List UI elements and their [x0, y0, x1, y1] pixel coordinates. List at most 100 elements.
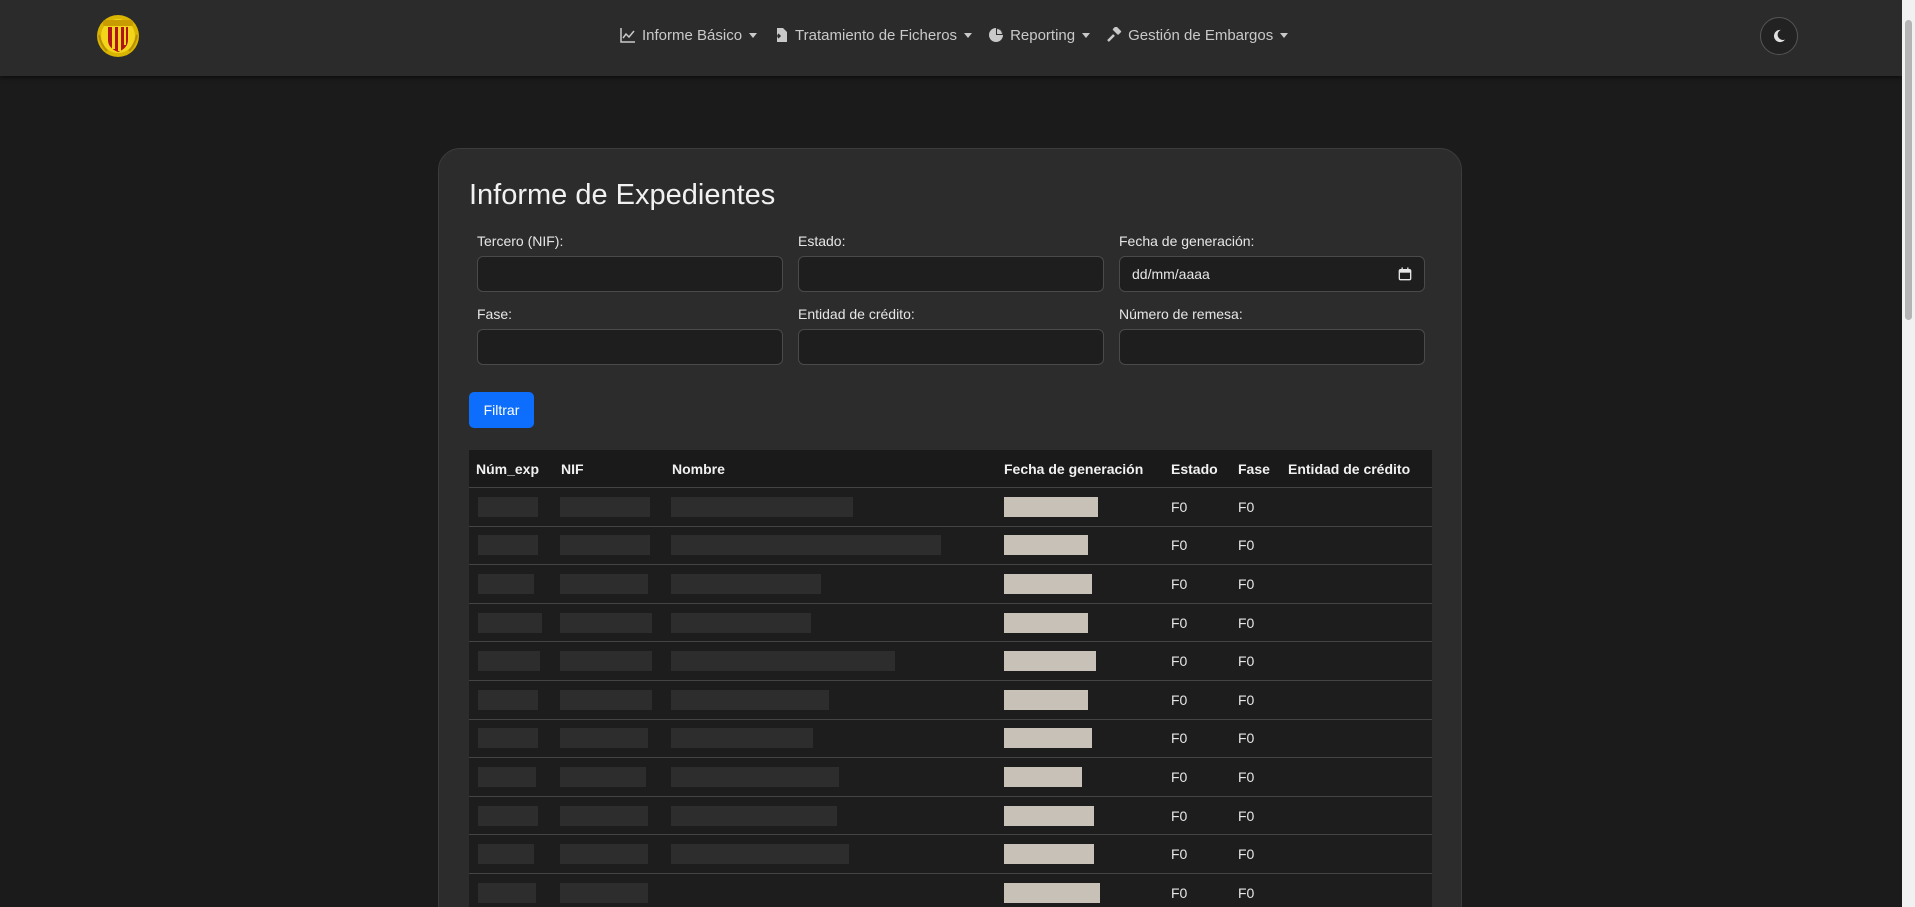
cell-fase: F0: [1238, 691, 1255, 708]
nav-gestion-embargos-label: Gestión de Embargos: [1128, 26, 1274, 44]
redacted-nif: [560, 805, 648, 826]
filter-fecha: Fecha de generación: dd/mm/aaaa: [1119, 233, 1425, 292]
nav-informe-basico-label: Informe Básico: [642, 26, 743, 44]
redacted-nif: [560, 689, 652, 710]
filter-button[interactable]: Filtrar: [469, 392, 534, 428]
moon-icon: [1773, 29, 1786, 43]
cell-fase: F0: [1238, 807, 1255, 824]
cell-fase: F0: [1238, 653, 1255, 670]
filter-tercero: Tercero (NIF):: [477, 233, 783, 292]
header-fase[interactable]: Fase: [1238, 461, 1270, 477]
remesa-input[interactable]: [1119, 329, 1425, 365]
tercero-input[interactable]: [477, 256, 783, 292]
theme-toggle-button[interactable]: [1760, 17, 1798, 55]
redacted-nif: [560, 844, 648, 865]
redacted-fecha: [1004, 882, 1100, 903]
redacted-fecha: [1004, 535, 1088, 556]
fecha-date-input[interactable]: dd/mm/aaaa: [1119, 256, 1425, 292]
table-row[interactable]: F0 F0: [469, 758, 1432, 797]
redacted-num-exp: [478, 766, 536, 787]
header-fecha[interactable]: Fecha de generación: [1004, 461, 1143, 477]
redacted-num-exp: [478, 573, 534, 594]
nav-reporting-label: Reporting: [1010, 26, 1076, 44]
redacted-fecha: [1004, 728, 1092, 749]
redacted-fecha: [1004, 689, 1088, 710]
cell-estado: F0: [1171, 575, 1188, 592]
table-row[interactable]: F0 F0: [469, 642, 1432, 681]
nav-tratamiento-ficheros[interactable]: Tratamiento de Ficheros: [773, 26, 973, 44]
redacted-nif: [560, 496, 650, 517]
cell-fase: F0: [1238, 575, 1255, 592]
redacted-nombre: [671, 805, 837, 826]
redacted-nombre: [671, 689, 829, 710]
redacted-num-exp: [478, 728, 538, 749]
pie-chart-icon: [989, 28, 1004, 42]
redacted-fecha: [1004, 766, 1082, 787]
redacted-num-exp: [478, 651, 540, 672]
redacted-nombre: [671, 535, 941, 556]
redacted-nombre: [671, 766, 839, 787]
cell-fase: F0: [1238, 498, 1255, 515]
redacted-num-exp: [478, 882, 536, 903]
table-row[interactable]: F0 F0: [469, 603, 1432, 643]
fase-input[interactable]: [477, 329, 783, 365]
cell-estado: F0: [1171, 846, 1188, 863]
scrollbar-thumb[interactable]: [1905, 20, 1912, 320]
table-row[interactable]: F0 F0: [469, 526, 1432, 566]
redacted-num-exp: [478, 844, 534, 865]
table-body: F0 F0 F0 F0 F0 F0 F0 F0 F0 F0 F0 F0 F0 F0 F0 F0 F0 F0 F0 F0…: [469, 488, 1432, 907]
redacted-nombre: [671, 496, 853, 517]
estado-input[interactable]: [798, 256, 1104, 292]
page-scrollbar[interactable]: [1902, 0, 1915, 907]
header-nombre[interactable]: Nombre: [672, 461, 725, 477]
chevron-down-icon: [964, 32, 973, 38]
table-row[interactable]: F0 F0: [469, 873, 1432, 907]
nav-tratamiento-ficheros-label: Tratamiento de Ficheros: [795, 26, 958, 44]
redacted-nombre: [671, 612, 811, 633]
cell-fase: F0: [1238, 537, 1255, 554]
redacted-fecha: [1004, 651, 1096, 672]
table-row[interactable]: F0 F0: [469, 796, 1432, 836]
redacted-fecha: [1004, 844, 1094, 865]
gavel-icon: [1107, 27, 1122, 42]
logo-crest[interactable]: [95, 13, 141, 59]
entidad-input[interactable]: [798, 329, 1104, 365]
header-entidad[interactable]: Entidad de crédito: [1288, 461, 1410, 477]
header-num-exp[interactable]: Núm_exp: [476, 461, 539, 477]
redacted-nif: [560, 651, 652, 672]
header-nif[interactable]: NIF: [561, 461, 584, 477]
redacted-fecha: [1004, 612, 1088, 633]
header-estado[interactable]: Estado: [1171, 461, 1218, 477]
top-navbar: Informe Básico Tratamiento de Ficheros R…: [0, 0, 1902, 76]
redacted-fecha: [1004, 496, 1098, 517]
cell-estado: F0: [1171, 537, 1188, 554]
filter-fase: Fase:: [477, 306, 783, 365]
nav-reporting[interactable]: Reporting: [988, 26, 1091, 44]
table-row[interactable]: F0 F0: [469, 565, 1432, 604]
filter-entidad: Entidad de crédito:: [798, 306, 1104, 365]
cell-estado: F0: [1171, 691, 1188, 708]
redacted-fecha: [1004, 573, 1092, 594]
redacted-nif: [560, 728, 648, 749]
main-menu: Informe Básico Tratamiento de Ficheros R…: [620, 24, 1289, 46]
redacted-num-exp: [478, 535, 538, 556]
redacted-nif: [560, 882, 648, 903]
cell-fase: F0: [1238, 730, 1255, 747]
nav-gestion-embargos[interactable]: Gestión de Embargos: [1106, 26, 1289, 44]
cell-fase: F0: [1238, 846, 1255, 863]
table-row[interactable]: F0 F0: [469, 719, 1432, 759]
chevron-down-icon: [1280, 32, 1289, 38]
redacted-nif: [560, 766, 646, 787]
nav-informe-basico[interactable]: Informe Básico: [620, 26, 758, 44]
table-row[interactable]: F0 F0: [469, 680, 1432, 720]
redacted-num-exp: [478, 496, 538, 517]
redacted-fecha: [1004, 805, 1094, 826]
table-row[interactable]: F0 F0: [469, 488, 1432, 527]
cell-estado: F0: [1171, 807, 1188, 824]
cell-estado: F0: [1171, 614, 1188, 631]
fase-label: Fase:: [477, 306, 513, 322]
calendar-icon[interactable]: [1398, 267, 1412, 281]
table-row[interactable]: F0 F0: [469, 835, 1432, 874]
filter-remesa: Número de remesa:: [1119, 306, 1425, 365]
cell-fase: F0: [1238, 884, 1255, 901]
